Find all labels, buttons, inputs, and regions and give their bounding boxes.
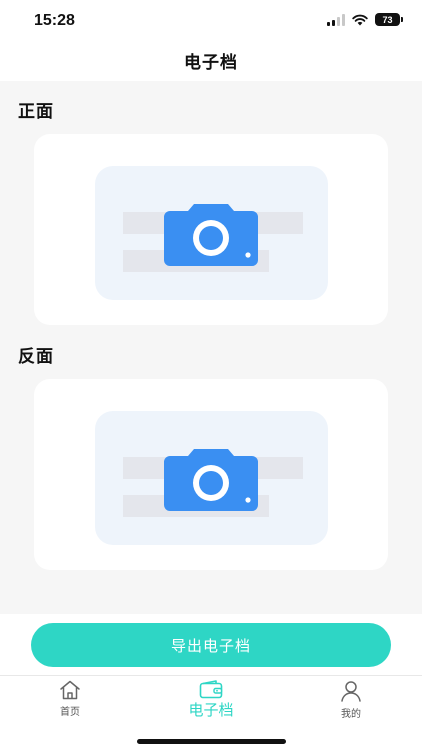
back-upload-area[interactable] [95, 411, 328, 545]
front-card [34, 134, 388, 325]
camera-icon [164, 449, 258, 511]
front-label: 正面 [18, 102, 54, 122]
tab-documents-label: 电子档 [188, 701, 234, 719]
status-time: 15:28 [34, 12, 75, 29]
page-title: 电子档 [184, 53, 238, 73]
status-bar: 15:28 73 [0, 0, 422, 44]
wallet-icon [199, 680, 223, 699]
tab-home[interactable]: 首页 [30, 680, 110, 718]
back-card [34, 379, 388, 570]
home-icon [60, 680, 80, 700]
home-indicator [137, 739, 286, 744]
content-area: 正面 反面 [0, 81, 422, 614]
user-icon [341, 681, 361, 702]
back-label: 反面 [18, 347, 54, 367]
signal-icon [327, 13, 345, 26]
status-icons: 73 [327, 13, 403, 26]
tab-profile[interactable]: 我的 [311, 680, 391, 720]
tab-profile-label: 我的 [341, 709, 361, 720]
export-button[interactable]: 导出电子档 [31, 623, 391, 667]
camera-icon [164, 204, 258, 266]
front-upload-area[interactable] [95, 166, 328, 300]
battery-icon: 73 [375, 13, 403, 26]
tab-home-label: 首页 [60, 707, 80, 718]
wifi-icon [352, 14, 368, 25]
tab-documents[interactable]: 电子档 [171, 680, 251, 720]
